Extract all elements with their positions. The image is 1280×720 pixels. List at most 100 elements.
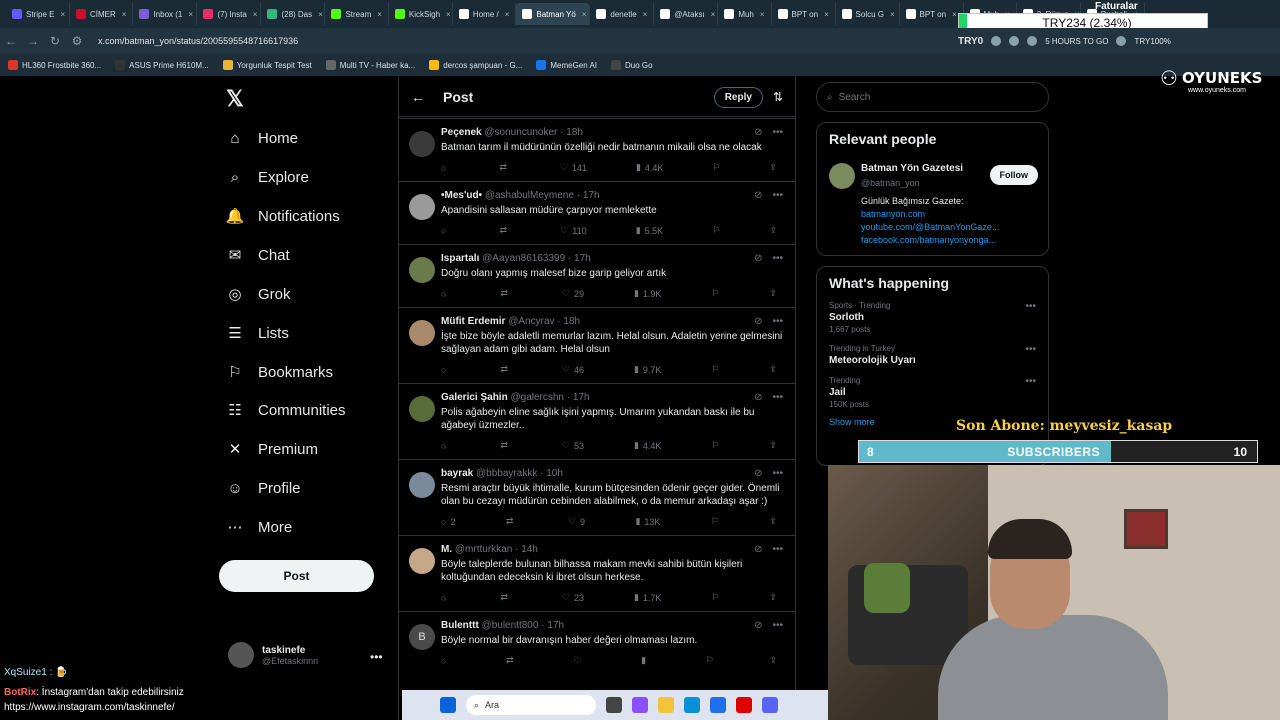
reply-item[interactable]: bayrak @bbbayrakkk · 10h ⊘ ••• Resmi araç… [399, 459, 795, 535]
browser-tab[interactable]: Inbox (1 × [133, 3, 198, 25]
close-icon[interactable]: × [890, 10, 895, 19]
browser-tab[interactable]: Batman Yö × [516, 3, 591, 25]
trend-item[interactable]: Trending Jail 150K posts ••• [829, 376, 1036, 409]
bio-link[interactable]: batmanyon.com [861, 208, 1021, 221]
browser-tab[interactable]: @Ataksı × [654, 3, 719, 25]
reply-item[interactable]: Galerici Şahin @galercshn · 17h ⊘ ••• Pol… [399, 383, 795, 459]
nav-item-notifications[interactable]: 🔔 Notifications [226, 204, 340, 228]
grok-icon[interactable]: ⊘ [754, 190, 762, 201]
author-name[interactable]: Peçenek [441, 127, 482, 138]
views-action[interactable]: ▮ 1.9K [634, 288, 661, 299]
more-icon[interactable]: ••• [772, 127, 783, 138]
avatar[interactable] [409, 548, 435, 574]
url-field[interactable]: x.com/batman_yon/status/2005595548716617… [98, 36, 958, 46]
grok-icon[interactable]: ⊘ [754, 620, 762, 631]
bookmark-action[interactable]: ⚐ [706, 655, 714, 666]
repost-action[interactable]: ⇄ [500, 288, 512, 299]
bio-link[interactable]: youtube.com/@BatmanYonGaze... [861, 221, 1021, 234]
site-info-icon[interactable]: ⚙ [66, 34, 88, 48]
share-action[interactable]: ⇪ [769, 225, 777, 236]
close-icon[interactable]: × [582, 10, 587, 19]
bookmark-action[interactable]: ⚐ [711, 592, 719, 603]
views-action[interactable]: ▮ 5.5K [636, 225, 663, 236]
nav-item-premium[interactable]: ✕ Premium [226, 437, 318, 461]
bio-link[interactable]: facebook.com/batmanyonyonga... [861, 234, 1021, 247]
more-icon[interactable]: ••• [1025, 344, 1036, 355]
more-icon[interactable]: ••• [772, 468, 783, 479]
author-name[interactable]: Müfit Erdemir [441, 316, 505, 327]
repost-action[interactable]: ⇄ [499, 162, 511, 173]
repost-action[interactable]: ⇄ [506, 516, 518, 527]
share-action[interactable]: ⇪ [769, 440, 777, 451]
reply-item[interactable]: M. @mrtturkkan · 14h ⊘ ••• Böyle talepler… [399, 535, 795, 611]
bookmark-item[interactable]: Duo Go [611, 60, 653, 70]
like-action[interactable]: ♡ 141 [560, 162, 587, 173]
browser-tab[interactable]: Solcu G × [836, 3, 900, 25]
views-action[interactable]: ▮ 1.7K [634, 592, 661, 603]
discord-icon[interactable] [762, 697, 778, 713]
avatar[interactable] [409, 257, 435, 283]
extension-icon[interactable] [1116, 36, 1127, 46]
browser-tab[interactable]: (28) Das × [261, 3, 326, 25]
timestamp[interactable]: 14h [521, 544, 538, 555]
extension-icon[interactable] [1009, 36, 1020, 46]
nav-item-more[interactable]: ⋯ More [226, 515, 293, 539]
author-name[interactable]: M. [441, 544, 452, 555]
reply-action[interactable]: ○ [441, 162, 450, 173]
views-action[interactable]: ▮ 13K [635, 516, 660, 527]
share-action[interactable]: ⇪ [769, 655, 777, 666]
bookmark-item[interactable]: MemeGen AI [536, 60, 597, 70]
post-button[interactable]: Post [219, 560, 374, 592]
close-icon[interactable]: × [188, 10, 193, 19]
nav-item-explore[interactable]: ⌕ Explore [226, 165, 309, 189]
like-action[interactable]: ♡ 9 [568, 516, 585, 527]
more-icon[interactable]: ••• [1025, 301, 1036, 312]
back-arrow-icon[interactable]: ← [411, 89, 443, 105]
like-action[interactable]: ♡ 46 [562, 364, 584, 375]
edge-icon[interactable] [684, 697, 700, 713]
like-action[interactable]: ♡ 110 [560, 225, 586, 236]
bookmark-action[interactable]: ⚐ [711, 516, 719, 527]
store-icon[interactable] [710, 697, 726, 713]
search-input[interactable] [838, 91, 1019, 103]
app-icon[interactable] [632, 697, 648, 713]
browser-tab[interactable]: BPT on × [772, 3, 836, 25]
windows-start-icon[interactable] [440, 697, 456, 713]
close-icon[interactable]: × [952, 10, 957, 19]
browser-tab[interactable]: BPT on × [900, 3, 964, 25]
close-icon[interactable]: × [824, 10, 829, 19]
task-view-icon[interactable] [606, 697, 622, 713]
timestamp[interactable]: 10h [546, 468, 563, 479]
grok-icon[interactable]: ⊘ [754, 468, 762, 479]
views-action[interactable]: ▮ 4.4K [634, 440, 661, 451]
timestamp[interactable]: 17h [583, 190, 600, 201]
avatar[interactable] [409, 472, 435, 498]
author-name[interactable]: bayrak [441, 468, 473, 479]
reply-action[interactable]: ○ [441, 288, 450, 299]
repost-action[interactable]: ⇄ [500, 225, 512, 236]
author-name[interactable]: Galerici Şahin [441, 392, 508, 403]
reply-action[interactable]: ○ [441, 364, 450, 375]
like-action[interactable]: ♡ 29 [562, 288, 584, 299]
reload-icon[interactable]: ↻ [44, 34, 66, 48]
avatar[interactable] [409, 396, 435, 422]
person-name[interactable]: Batman Yön Gazetesi [861, 163, 963, 174]
close-icon[interactable]: × [377, 10, 382, 19]
avatar[interactable] [829, 163, 855, 189]
grok-icon[interactable]: ⊘ [754, 253, 762, 264]
close-icon[interactable]: × [505, 10, 510, 19]
reply-item[interactable]: •Mes'ud• @ashabulMeymene · 17h ⊘ ••• Apan… [399, 181, 795, 244]
bookmark-item[interactable]: Yorgunluk Tespit Test [222, 60, 312, 70]
author-name[interactable]: •Mes'ud• [441, 190, 482, 201]
avatar[interactable]: B [409, 624, 435, 650]
close-icon[interactable]: × [122, 10, 127, 19]
browser-tab[interactable]: KickSigh × [389, 3, 453, 25]
taskbar-search[interactable]: ⌕ Ara [466, 695, 596, 715]
bookmark-item[interactable]: ASUS Prime H610M... [115, 60, 209, 70]
share-action[interactable]: ⇪ [769, 364, 777, 375]
author-name[interactable]: Bulenttt [441, 620, 479, 631]
browser-tab[interactable]: CİMER × [70, 3, 134, 25]
browser-tab[interactable]: denetle × [590, 3, 655, 25]
close-icon[interactable]: × [760, 10, 765, 19]
like-action[interactable]: ♡ 53 [562, 440, 584, 451]
